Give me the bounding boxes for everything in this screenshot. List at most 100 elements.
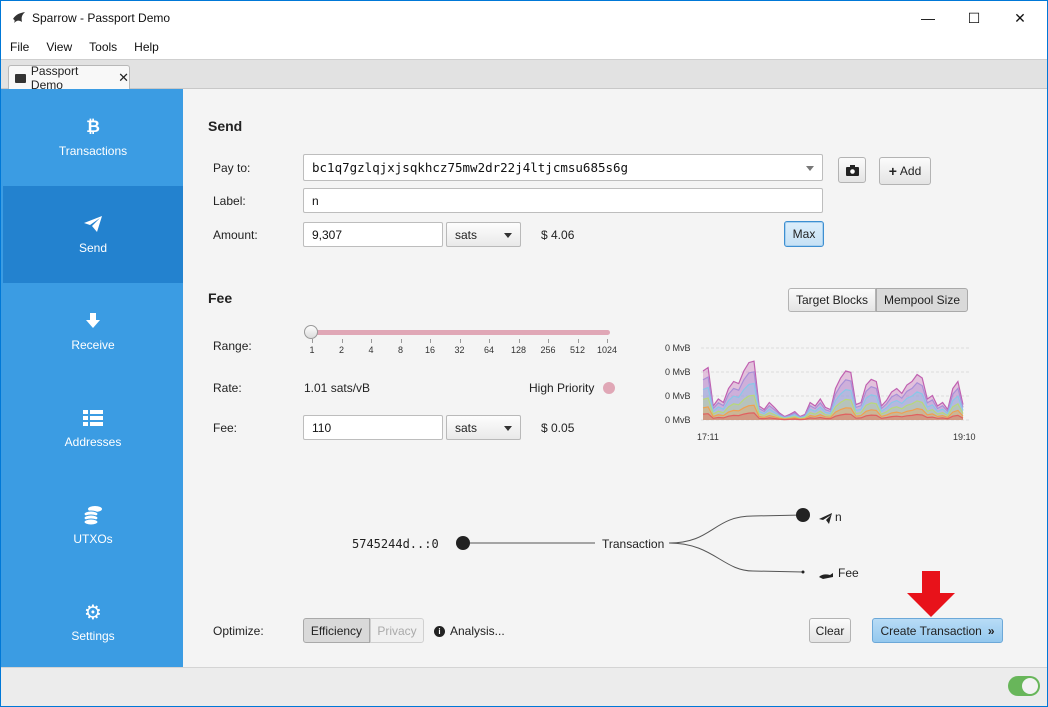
pay-to-label: Pay to: [213, 161, 251, 175]
menu-help[interactable]: Help [134, 40, 159, 54]
app-window: Sparrow - Passport Demo — ☐ ✕ File View … [1, 1, 1047, 706]
fee-range-ticks: 1 2 4 8 16 32 64 128 256 512 1024 [304, 339, 617, 361]
input-node[interactable] [456, 536, 470, 550]
pay-to-input[interactable]: bc1q7gzlqjxjsqkhcz75mw2dr22j4ltjcmsu685s… [303, 154, 823, 181]
scan-qr-button[interactable] [838, 157, 866, 183]
sidebar-item-transactions[interactable]: ₿ Transactions [3, 89, 183, 186]
range-tick-label: 16 [415, 339, 445, 355]
send-panel: Send Pay to: bc1q7gzlqjxjsqkhcz75mw2dr22… [183, 89, 1047, 667]
range-tick-label: 4 [356, 339, 386, 355]
analysis-link[interactable]: i Analysis... [434, 624, 505, 638]
paper-plane-icon [3, 214, 183, 234]
range-tick-label: 1 [297, 339, 327, 355]
sidebar-item-label: UTXOs [73, 532, 113, 546]
wallet-tab-bar: Passport Demo ✕ [1, 59, 1047, 92]
fee-unit-select[interactable]: sats [446, 415, 521, 440]
max-button[interactable]: Max [784, 221, 824, 247]
sidebar-item-label: Transactions [58, 144, 128, 158]
input-label: 5745244d..:0 [352, 537, 439, 551]
maximize-button[interactable]: ☐ [951, 1, 997, 35]
optimize-label: Optimize: [213, 624, 264, 638]
fee-input[interactable]: 110 [303, 415, 443, 440]
info-icon: i [434, 625, 445, 637]
toggle-knob [1022, 678, 1038, 694]
mempool-size-chart: 0 MvB 0 MvB 0 MvB 0 MvB 17:11 19:10 [665, 343, 976, 442]
sidebar-item-settings[interactable]: ⚙ Settings [3, 574, 183, 671]
coins-icon [3, 505, 183, 525]
sidebar-item-label: Settings [71, 629, 115, 643]
sidebar-item-label: Receive [71, 338, 115, 352]
annotation-arrow-icon [907, 571, 955, 617]
label-field-label: Label: [213, 194, 246, 208]
fee-node [801, 570, 805, 574]
mempool-y-tick: 0 MvB [665, 415, 691, 425]
send-section-title: Send [208, 118, 243, 134]
menu-view[interactable]: View [46, 40, 72, 54]
plus-icon: + [888, 163, 897, 179]
sidebar-item-send[interactable]: Send [3, 186, 183, 283]
range-tick-label: 64 [474, 339, 504, 355]
create-transaction-button[interactable]: Create Transaction » [872, 618, 1003, 643]
output-label: n [835, 510, 842, 524]
efficiency-toggle[interactable]: Efficiency [303, 618, 370, 643]
range-label: Range: [213, 339, 252, 353]
bitcoin-icon: ₿ [86, 117, 100, 137]
arrow-down-icon [3, 311, 183, 331]
range-tick-label: 2 [327, 339, 357, 355]
fee-range-slider-track[interactable] [312, 330, 610, 335]
fee-section-title: Fee [208, 290, 233, 306]
sidebar-item-addresses[interactable]: Addresses [3, 380, 183, 477]
label-input[interactable]: n [303, 188, 823, 213]
transaction-label: Transaction [602, 537, 665, 551]
fee-fiat-value: $ 0.05 [541, 421, 575, 435]
close-button[interactable]: ✕ [997, 1, 1043, 35]
amount-fiat-value: $ 4.06 [541, 228, 575, 242]
output-node[interactable] [796, 508, 810, 522]
priority-label: High Priority [529, 381, 595, 395]
amount-unit-select[interactable]: sats [446, 222, 521, 247]
amount-input[interactable]: 9,307 [303, 222, 443, 247]
chevron-down-icon[interactable] [806, 166, 814, 171]
camera-icon [845, 164, 859, 176]
menu-tools[interactable]: Tools [89, 40, 117, 54]
list-icon [3, 408, 183, 428]
mempool-x-end: 19:10 [953, 432, 976, 442]
priority-indicator [603, 382, 615, 394]
menu-bar: File View Tools Help [1, 35, 1047, 59]
paper-plane-icon [819, 513, 832, 524]
tab-close-icon[interactable]: ✕ [118, 70, 129, 86]
sidebar-item-utxos[interactable]: UTXOs [3, 477, 183, 574]
sidebar-item-label: Send [78, 241, 108, 255]
sidebar: ₿ Transactions Send Receive Addresses UT… [1, 89, 183, 667]
title-bar: Sparrow - Passport Demo — ☐ ✕ [1, 1, 1047, 35]
sparrow-logo-icon [13, 12, 25, 23]
mempool-x-start: 17:11 [697, 432, 719, 442]
range-tick-label: 32 [445, 339, 475, 355]
add-recipient-button[interactable]: + Add [879, 157, 931, 185]
range-tick-label: 8 [386, 339, 416, 355]
target-blocks-toggle[interactable]: Target Blocks [788, 288, 876, 312]
rate-value: 1.01 sats/vB [304, 381, 371, 395]
amount-label: Amount: [213, 228, 258, 242]
double-chevron-right-icon: » [987, 623, 995, 638]
fee-range-slider-thumb[interactable] [304, 325, 318, 339]
window-title: Sparrow - Passport Demo [32, 11, 171, 25]
fee-output-label: Fee [838, 566, 859, 580]
wallet-tab[interactable]: Passport Demo ✕ [8, 64, 130, 92]
hand-coin-icon [819, 573, 833, 579]
sidebar-item-receive[interactable]: Receive [3, 283, 183, 380]
minimize-button[interactable]: — [905, 1, 951, 35]
range-tick-label: 128 [504, 339, 534, 355]
mempool-y-tick: 0 MvB [665, 367, 691, 377]
menu-file[interactable]: File [10, 40, 29, 54]
sidebar-item-label: Addresses [64, 435, 122, 449]
rate-label: Rate: [213, 381, 242, 395]
mempool-size-toggle[interactable]: Mempool Size [876, 288, 968, 312]
server-connection-toggle[interactable] [1008, 676, 1040, 696]
range-tick-label: 512 [563, 339, 593, 355]
fee-label: Fee: [213, 421, 238, 435]
clear-button[interactable]: Clear [809, 618, 851, 643]
status-bar [1, 667, 1047, 706]
gear-icon: ⚙ [84, 600, 102, 624]
privacy-toggle[interactable]: Privacy [370, 618, 424, 643]
